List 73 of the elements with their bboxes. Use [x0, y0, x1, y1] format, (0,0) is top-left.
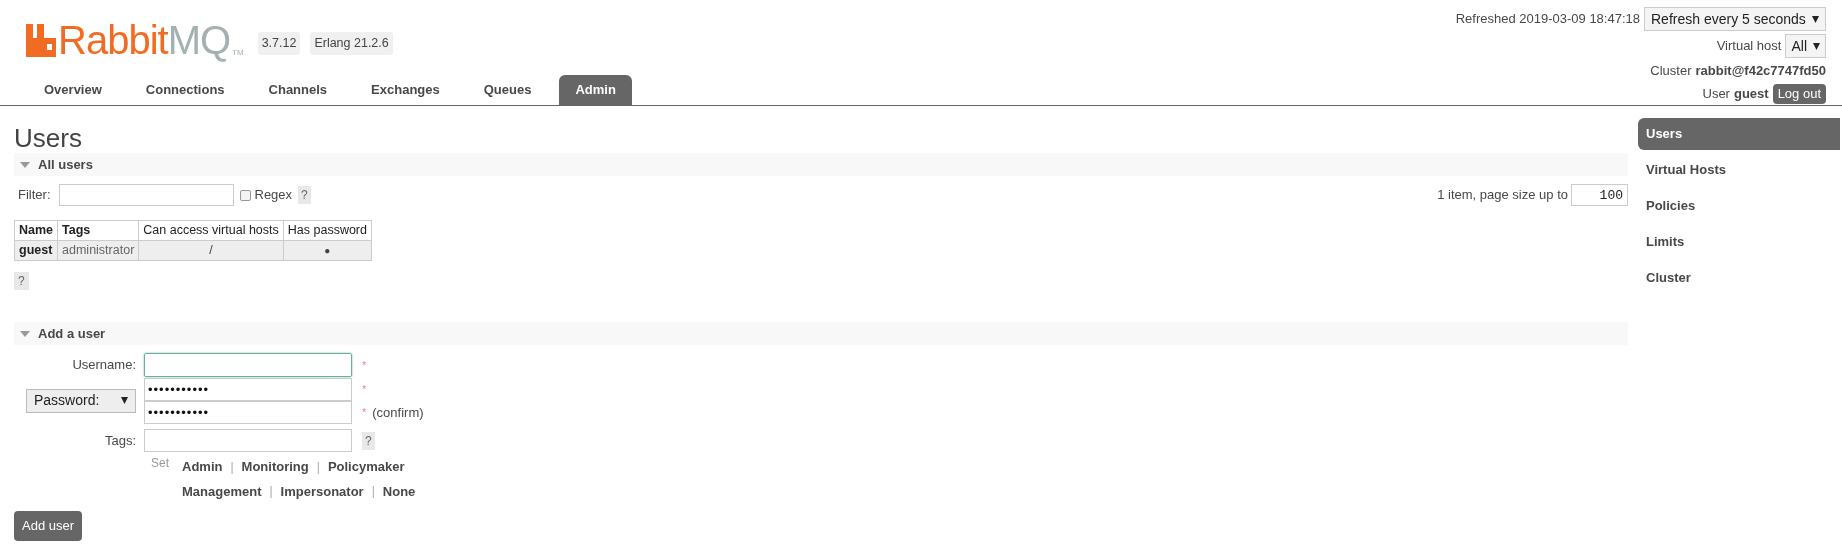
- filter-label: Filter:: [18, 186, 51, 205]
- caret-icon: [1812, 15, 1819, 23]
- caret-icon: [1813, 42, 1820, 50]
- trademark-text: TM: [232, 46, 244, 59]
- section-header[interactable]: Add a user: [14, 322, 1628, 345]
- tag-link[interactable]: None: [382, 481, 416, 501]
- sidebar-item[interactable]: Policies: [1638, 190, 1840, 222]
- tag-link[interactable]: Monitoring: [241, 457, 309, 477]
- column-header: Can access virtual hosts: [138, 220, 284, 241]
- username-label: Username:: [71, 356, 136, 375]
- password-field[interactable]: •••••••••••: [144, 378, 352, 401]
- section-title: Add a user: [38, 324, 106, 343]
- regex-label: Regex: [254, 186, 293, 205]
- nav-tab[interactable]: Channels: [252, 75, 344, 105]
- tag-link[interactable]: Admin: [182, 457, 223, 477]
- tag-link[interactable]: Policymaker: [327, 457, 405, 477]
- tag-link[interactable]: Management: [182, 481, 262, 501]
- vhost-label: Virtual host: [1716, 37, 1782, 56]
- separator: |: [230, 458, 234, 476]
- tags-field[interactable]: [144, 429, 352, 452]
- table-cell: guest: [14, 240, 58, 260]
- column-header: Name: [14, 220, 58, 241]
- separator: |: [316, 458, 320, 476]
- nav-tab[interactable]: Queues: [467, 75, 548, 105]
- set-label: Set: [151, 455, 169, 472]
- password-confirm-field[interactable]: •••••••••••: [144, 401, 352, 424]
- table-cell: /: [138, 240, 284, 260]
- table-cell: administrator: [57, 240, 139, 260]
- username-field[interactable]: [144, 353, 352, 377]
- required-mark: *: [362, 405, 367, 421]
- separator: |: [371, 483, 375, 501]
- add-user-button[interactable]: Add user: [14, 511, 83, 541]
- help-button[interactable]: ?: [14, 271, 29, 290]
- refreshed-timestamp: Refreshed 2019-03-09 18:47:18: [1455, 10, 1640, 29]
- vhost-select[interactable]: All: [1785, 34, 1826, 58]
- refresh-select[interactable]: Refresh every 5 seconds: [1644, 7, 1826, 31]
- user-name: guest: [1733, 84, 1769, 103]
- tags-label: Tags:: [103, 431, 136, 450]
- sidebar-item[interactable]: Users: [1638, 118, 1840, 150]
- caret-icon: [121, 397, 128, 404]
- separator: |: [269, 483, 273, 501]
- nav-tab[interactable]: Overview: [28, 75, 118, 105]
- logo-text: Rabbit: [58, 17, 168, 62]
- nav-tab[interactable]: Admin: [559, 75, 632, 105]
- nav-tab[interactable]: Connections: [129, 75, 241, 105]
- section-title: All users: [38, 155, 93, 174]
- nav-tab[interactable]: Exchanges: [355, 75, 456, 105]
- password-type-select[interactable]: Password:: [26, 388, 136, 413]
- sidebar-item[interactable]: Cluster: [1638, 262, 1840, 294]
- tag-link[interactable]: Impersonator: [280, 481, 364, 501]
- required-mark: *: [362, 357, 368, 373]
- sidebar-item[interactable]: Limits: [1638, 226, 1840, 258]
- logout-button[interactable]: Log out: [1772, 83, 1826, 104]
- confirm-note: (confirm): [372, 403, 424, 422]
- required-mark: *: [362, 381, 368, 397]
- help-button[interactable]: ?: [298, 186, 311, 204]
- version-badge: Erlang 21.2.6: [310, 32, 393, 56]
- help-button[interactable]: ?: [362, 431, 375, 450]
- paging-text: 1 item, page size up to: [1437, 186, 1568, 205]
- table-cell: ●: [283, 240, 372, 260]
- sidebar-item[interactable]: Virtual Hosts: [1638, 154, 1840, 186]
- user-label: User: [1702, 84, 1730, 103]
- section-header[interactable]: All users: [14, 153, 1628, 176]
- page-size-field[interactable]: 100: [1571, 184, 1628, 206]
- rabbit-logo-icon: [26, 23, 56, 57]
- column-header: Has password: [283, 220, 372, 241]
- cluster-label: Cluster: [1650, 62, 1692, 80]
- regex-checkbox[interactable]: [239, 189, 251, 201]
- version-badge: 3.7.12: [257, 32, 301, 56]
- page-title: Users: [14, 125, 83, 151]
- cluster-name: rabbit@f42c7747fd50: [1695, 62, 1826, 80]
- filter-field[interactable]: [58, 184, 234, 206]
- column-header: Tags: [57, 220, 139, 241]
